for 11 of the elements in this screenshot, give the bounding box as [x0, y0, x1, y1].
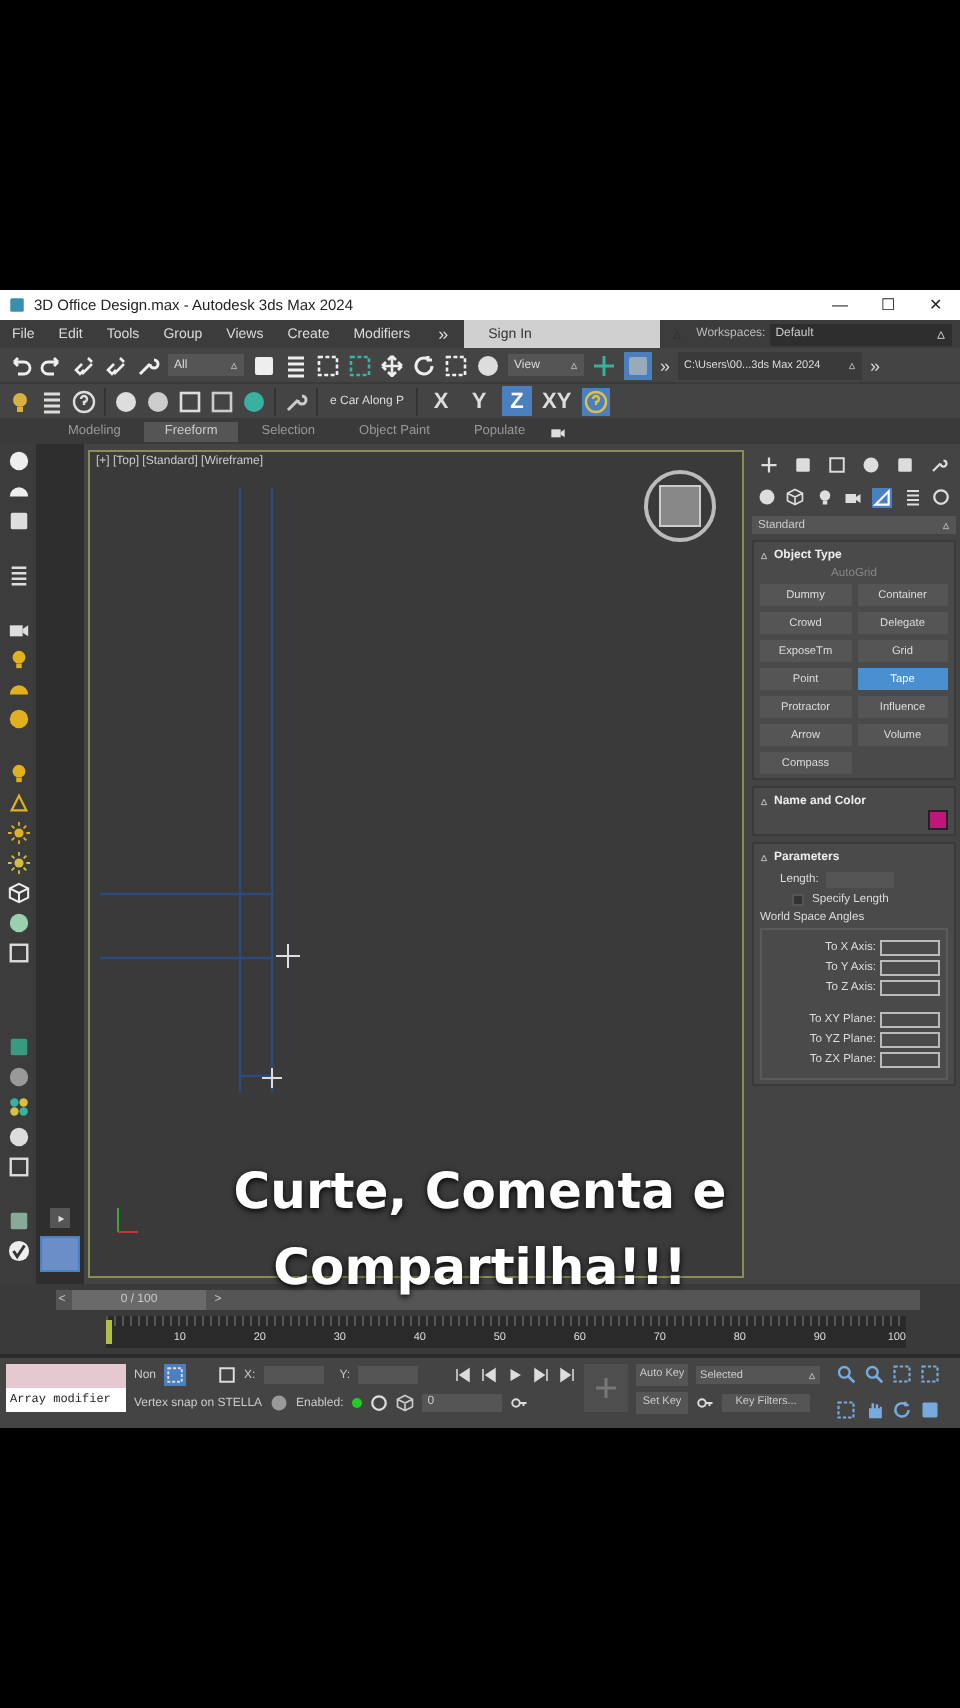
close-button[interactable]: ✕ — [912, 290, 960, 320]
more-button[interactable]: » — [660, 355, 671, 375]
maximize-button[interactable]: ☐ — [864, 290, 912, 320]
axis-constraint-button[interactable]: XY — [540, 386, 574, 416]
axis-constraint-button[interactable]: Z — [502, 386, 533, 416]
more-button[interactable]: » — [422, 324, 465, 344]
more-button[interactable]: » — [870, 355, 881, 375]
axis-constraint-button[interactable]: Y — [464, 386, 495, 416]
minimize-button[interactable]: — — [816, 290, 864, 320]
axis-constraint-button[interactable]: X — [426, 386, 457, 416]
caption-text: Curte, Comenta e — [233, 1160, 727, 1224]
